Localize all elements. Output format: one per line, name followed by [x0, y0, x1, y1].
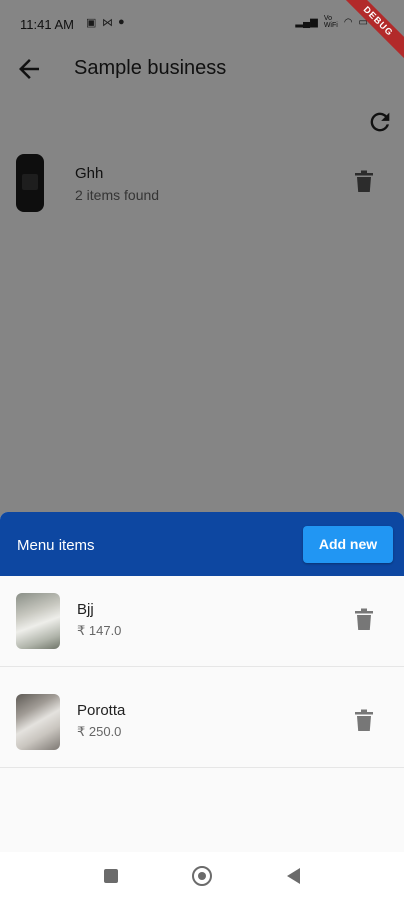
item-thumbnail: [16, 593, 60, 649]
system-nav-bar: [0, 852, 404, 900]
menu-item-row[interactable]: Porotta ₹ 250.0: [0, 677, 404, 768]
item-price: ₹ 250.0: [77, 724, 122, 739]
sheet-title: Menu items: [17, 537, 95, 554]
item-thumbnail: [16, 694, 60, 750]
triangle-back-icon[interactable]: [287, 868, 300, 884]
menu-items-sheet: Menu items Add new Bjj ₹ 147.0 Porotta ₹…: [0, 512, 404, 852]
trash-icon[interactable]: [354, 608, 374, 632]
item-price: ₹ 147.0: [77, 623, 122, 638]
trash-icon[interactable]: [354, 709, 374, 733]
menu-item-row[interactable]: Bjj ₹ 147.0: [0, 576, 404, 667]
item-name: Bjj: [77, 601, 94, 618]
square-icon[interactable]: [104, 869, 118, 883]
sheet-header: Menu items Add new: [0, 512, 404, 576]
circle-icon[interactable]: [192, 866, 212, 886]
add-new-button[interactable]: Add new: [303, 526, 393, 563]
item-name: Porotta: [77, 702, 126, 719]
